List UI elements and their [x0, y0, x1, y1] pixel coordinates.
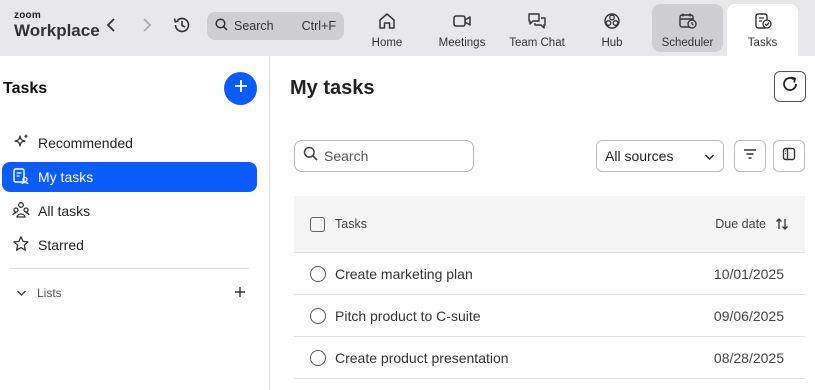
tab-tasks-label: Tasks	[747, 37, 778, 49]
task-search-input[interactable]	[324, 148, 464, 164]
chat-icon	[527, 12, 547, 33]
task-complete-toggle[interactable]	[310, 265, 326, 282]
page-title: My tasks	[290, 77, 375, 99]
table-row[interactable]: Create product presentation 08/28/2025	[294, 337, 805, 379]
tab-meetings[interactable]: Meetings	[434, 4, 490, 56]
tab-hub[interactable]: Hub	[592, 4, 632, 56]
hub-icon	[603, 12, 621, 33]
source-select-value: All sources	[605, 148, 674, 164]
tasks-sidebar: Tasks Recommended My tasks All tasks Sta…	[0, 56, 270, 390]
sidebar-item-label: My tasks	[38, 169, 94, 185]
calendar-clock-icon	[678, 12, 698, 33]
plus-icon	[234, 79, 248, 98]
chevron-down-icon	[704, 148, 715, 164]
tasks-icon	[753, 12, 773, 33]
filter-lines-icon	[743, 147, 757, 165]
top-navigation-bar: zoom Workplace Search Ctrl+F Home Meetin…	[0, 0, 815, 56]
global-search-button[interactable]: Search Ctrl+F	[207, 12, 344, 40]
task-name[interactable]: Pitch product to C-suite	[335, 308, 481, 324]
column-header-tasks: Tasks	[335, 217, 367, 231]
refresh-button[interactable]	[774, 71, 806, 102]
tab-scheduler-label: Scheduler	[661, 37, 714, 49]
table-row[interactable]: Pitch product to C-suite 09/06/2025	[294, 295, 805, 337]
table-header: Tasks Due date	[294, 196, 805, 253]
sidebar-item-label: Starred	[38, 237, 84, 253]
task-due-date: 10/01/2025	[713, 265, 784, 282]
filter-button[interactable]	[734, 140, 766, 172]
sidebar-divider	[10, 268, 249, 269]
tab-team-chat-label: Team Chat	[509, 37, 565, 49]
history-icon[interactable]	[172, 14, 192, 36]
column-header-due-date[interactable]: Due date	[715, 217, 766, 231]
select-all-checkbox[interactable]	[310, 216, 325, 232]
refresh-icon	[781, 75, 799, 98]
sidebar-item-label: Recommended	[38, 135, 133, 151]
lists-label: Lists	[37, 286, 62, 300]
add-task-button[interactable]	[224, 72, 257, 105]
sidebar-item-label: All tasks	[38, 203, 91, 219]
tab-home[interactable]: Home	[362, 4, 412, 56]
source-filter-select[interactable]: All sources	[596, 140, 724, 172]
tab-meetings-label: Meetings	[438, 37, 486, 49]
search-icon	[303, 146, 318, 166]
search-icon	[215, 18, 228, 34]
table-row[interactable]: Create marketing plan 10/01/2025	[294, 253, 805, 295]
task-due-date: 08/28/2025	[713, 349, 784, 366]
search-label: Search	[234, 19, 274, 33]
back-arrow-icon[interactable]	[101, 14, 121, 36]
sidebar-item-recommended[interactable]: Recommended	[2, 128, 257, 158]
task-due-date: 09/06/2025	[713, 307, 784, 324]
tab-home-label: Home	[371, 37, 403, 49]
sort-arrows-icon[interactable]	[775, 217, 789, 231]
add-list-plus-icon[interactable]	[234, 286, 246, 301]
home-icon	[378, 12, 396, 33]
chevron-down-icon[interactable]	[16, 286, 27, 300]
tab-team-chat[interactable]: Team Chat	[506, 4, 568, 56]
sidebar-item-my-tasks[interactable]: My tasks	[2, 162, 257, 192]
my-tasks-icon	[12, 167, 30, 188]
columns-layout-icon	[782, 147, 796, 166]
task-name[interactable]: Create product presentation	[335, 350, 509, 366]
logo-workplace-text: Workplace	[14, 21, 100, 40]
task-search-field[interactable]	[294, 140, 474, 172]
star-icon	[12, 235, 30, 256]
main-content: My tasks All sources Tasks Due date	[271, 56, 815, 390]
lists-section-header[interactable]: Lists	[16, 284, 246, 302]
tab-scheduler[interactable]: Scheduler	[652, 4, 723, 52]
tab-tasks[interactable]: Tasks	[727, 4, 798, 56]
tasks-table: Tasks Due date Create marketing plan 10/…	[294, 196, 805, 379]
view-layout-button[interactable]	[773, 140, 805, 172]
forward-arrow-icon[interactable]	[137, 14, 157, 36]
tab-hub-label: Hub	[601, 37, 623, 49]
task-complete-toggle[interactable]	[310, 307, 326, 324]
video-icon	[452, 12, 472, 33]
sidebar-title: Tasks	[3, 80, 48, 97]
sidebar-item-starred[interactable]: Starred	[2, 230, 257, 260]
sparkle-icon	[12, 133, 30, 154]
people-icon	[12, 201, 30, 222]
zoom-workplace-logo: zoom Workplace	[14, 10, 100, 40]
search-shortcut: Ctrl+F	[301, 19, 336, 33]
sidebar-item-all-tasks[interactable]: All tasks	[2, 196, 257, 226]
task-name[interactable]: Create marketing plan	[335, 266, 473, 282]
logo-zoom-text: zoom	[14, 10, 41, 21]
task-complete-toggle[interactable]	[310, 349, 326, 366]
